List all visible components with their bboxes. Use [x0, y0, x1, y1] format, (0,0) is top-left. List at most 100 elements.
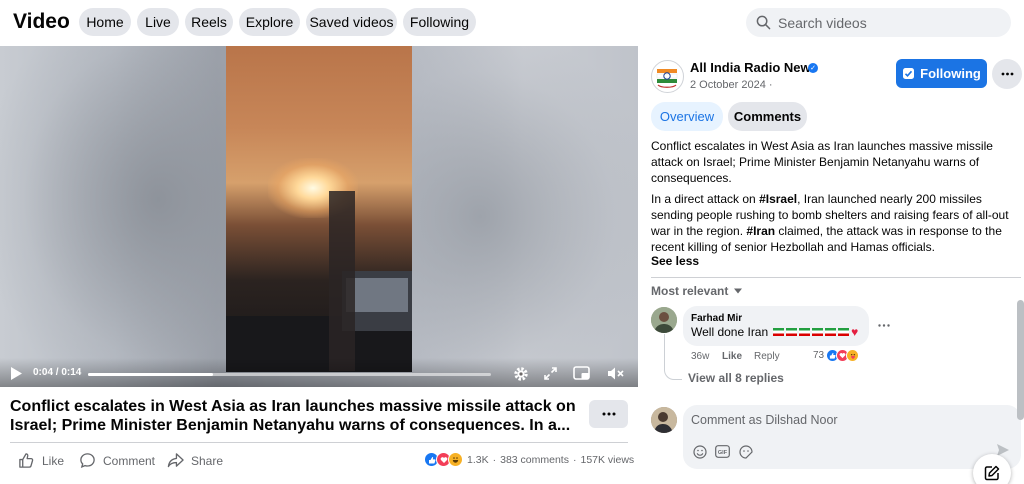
views-count: 157K views	[580, 453, 635, 466]
blurred-backdrop-right	[412, 46, 638, 387]
nav-saved-videos[interactable]: Saved videos	[306, 8, 397, 36]
search-box[interactable]	[746, 8, 1011, 37]
comment-emojis: ♥	[771, 325, 858, 339]
video-player[interactable]: 0:04 / 0:14	[0, 46, 638, 387]
post-description-headline: Conflict escalates in West Asia as Iran …	[651, 139, 993, 185]
comment-time[interactable]: 36w	[691, 351, 709, 362]
stat-separator: ·	[492, 453, 497, 466]
tab-overview[interactable]: Overview	[651, 102, 723, 131]
video-more-button[interactable]	[589, 400, 628, 428]
reply-thread-line	[664, 334, 682, 380]
reaction-icons[interactable]	[424, 452, 463, 467]
emoji-icon[interactable]	[692, 444, 707, 459]
comment-icon	[80, 453, 95, 469]
hashtag-iran[interactable]: #Iran	[746, 224, 775, 238]
nav-following[interactable]: Following	[403, 8, 476, 36]
settings-icon[interactable]	[512, 365, 529, 382]
timecode: 0:04 / 0:14	[33, 367, 82, 378]
post-date[interactable]: 2 October 2024 ·	[690, 79, 773, 91]
player-controls: 0:04 / 0:14	[0, 358, 638, 387]
silhouette	[329, 191, 355, 371]
iran-flag-icon	[825, 328, 837, 336]
like-button[interactable]: Like	[18, 452, 64, 469]
blurred-backdrop-left	[0, 46, 226, 387]
following-button[interactable]: Following	[896, 59, 987, 88]
comment-body: Well done Iran	[691, 325, 769, 339]
avatar-photo-icon	[651, 407, 677, 433]
hashtag-israel[interactable]: #Israel	[759, 192, 797, 206]
mute-icon[interactable]	[606, 365, 624, 381]
search-icon	[756, 15, 771, 30]
caret-down-icon	[734, 288, 743, 294]
compose-icon	[984, 465, 1000, 481]
nav-home[interactable]: Home	[79, 8, 131, 36]
nav-explore[interactable]: Explore	[239, 8, 300, 36]
comment-reaction-icons	[826, 349, 860, 362]
comment-composer[interactable]: GIF	[683, 405, 1021, 469]
nav-reels[interactable]: Reels	[185, 8, 233, 36]
page-more-button[interactable]	[992, 59, 1022, 89]
comment-button[interactable]: Comment	[79, 452, 155, 469]
comments-count[interactable]: 383 comments	[500, 454, 569, 466]
comment-more-button[interactable]	[877, 320, 891, 330]
iran-flag-icon	[812, 328, 824, 336]
avatar-photo-icon	[651, 307, 677, 333]
ledge-highlight	[346, 278, 408, 312]
stat-separator: ·	[572, 453, 577, 466]
comment-like-button[interactable]: Like	[722, 351, 742, 362]
care-reaction-icon	[846, 349, 860, 362]
more-icon	[602, 412, 615, 416]
fullscreen-icon[interactable]	[543, 366, 558, 381]
play-icon[interactable]	[9, 366, 23, 380]
video-title: Conflict escalates in West Asia as Iran …	[10, 398, 576, 434]
share-icon	[167, 453, 184, 468]
share-button[interactable]: Share	[167, 452, 223, 469]
comment-label: Comment	[103, 453, 156, 468]
reaction-count[interactable]: 1.3K	[467, 454, 489, 466]
iran-flag-icon	[838, 328, 850, 336]
progress-fill	[88, 373, 213, 376]
see-less-link[interactable]: See less	[651, 254, 699, 268]
divider	[651, 277, 1021, 278]
divider	[10, 442, 628, 443]
comment-reaction-count: 73	[813, 350, 825, 361]
svg-text:GIF: GIF	[718, 450, 728, 456]
post-description-body: In a direct attack on #Israel, Iran laun…	[651, 191, 1023, 255]
search-input[interactable]	[778, 14, 998, 31]
sort-label: Most relevant	[651, 284, 729, 298]
thumbs-up-icon	[19, 453, 34, 468]
iran-flag-icon	[799, 328, 811, 336]
page-name[interactable]: All India Radio News	[690, 60, 818, 75]
panel-scrollbar[interactable]	[1017, 300, 1024, 420]
view-replies-link[interactable]: View all 8 replies	[688, 371, 784, 385]
following-check-icon	[903, 68, 915, 79]
red-heart-icon: ♥	[851, 325, 859, 339]
page-title: Video	[13, 10, 70, 33]
iran-flag-icon	[773, 328, 785, 336]
air-logo-icon	[656, 69, 678, 88]
description-text: In a direct attack on	[651, 192, 760, 206]
more-icon	[1001, 72, 1013, 76]
comment-author[interactable]: Farhad Mir	[691, 313, 742, 324]
comment-reply-button[interactable]: Reply	[754, 351, 780, 362]
current-user-avatar[interactable]	[651, 407, 677, 433]
gif-icon[interactable]: GIF	[715, 444, 730, 459]
new-message-button[interactable]	[973, 454, 1011, 484]
sticker-icon[interactable]	[738, 444, 753, 459]
following-label: Following	[920, 66, 981, 81]
commenter-avatar[interactable]	[651, 307, 677, 333]
like-label: Like	[42, 453, 65, 468]
comment-text: Well done Iran ♥	[691, 325, 858, 339]
iran-flag-icon	[786, 328, 798, 336]
more-icon	[878, 323, 890, 327]
video-stats: 1.3K · 383 comments · 157K views	[424, 452, 634, 467]
comment-sort-dropdown[interactable]: Most relevant	[651, 284, 743, 298]
tab-comments[interactable]: Comments	[728, 102, 807, 131]
comment-reactions[interactable]: 73	[813, 349, 863, 362]
progress-bar[interactable]	[88, 373, 491, 376]
comment-input[interactable]	[691, 413, 991, 427]
miniplayer-icon[interactable]	[572, 365, 590, 381]
verified-badge-icon: ✓	[808, 63, 818, 73]
page-avatar[interactable]	[651, 60, 684, 93]
nav-live[interactable]: Live	[137, 8, 179, 36]
